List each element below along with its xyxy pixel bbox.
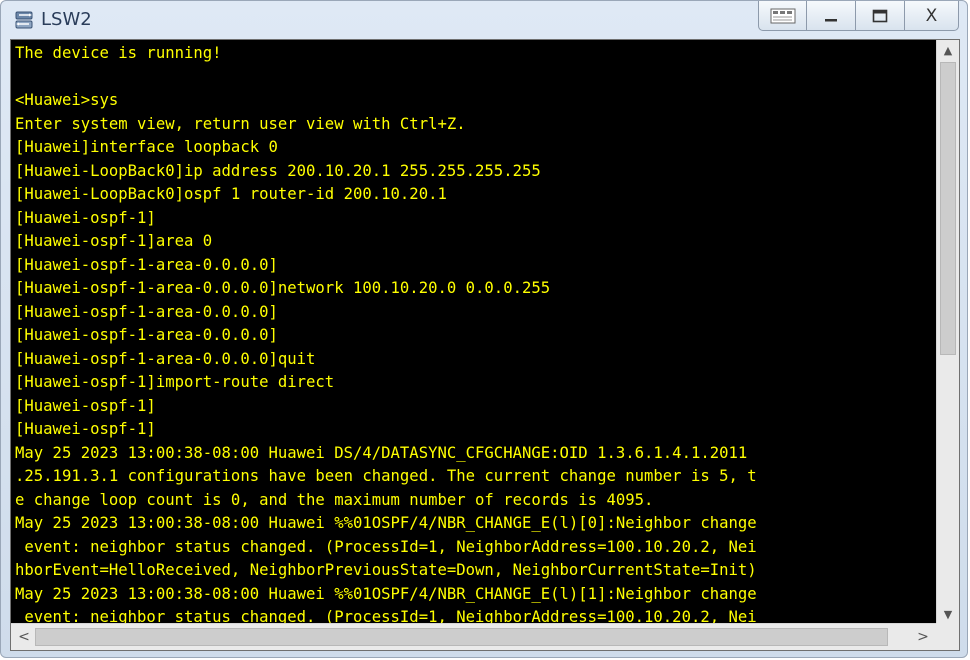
maximize-icon [872,9,888,22]
window-title: LSW2 [41,9,92,30]
terminal-line: [Huawei-ospf-1-area-0.0.0.0]network 100.… [15,279,551,297]
terminal-line: Enter system view, return user view with… [15,114,466,133]
terminal-line: [Huawei-ospf-1]area 0 [15,232,213,250]
terminal-line: The device is running! [15,44,222,62]
terminal-line: [Huawei-ospf-1]import-route direct [15,373,335,391]
terminal-text[interactable]: The device is running! <Huawei>sys Enter… [11,40,936,624]
terminal-line: e change loop count is 0, and the maximu… [15,490,654,509]
terminal-line: [Huawei-ospf-1-area-0.0.0.0] [15,326,278,344]
scroll-right-arrow-icon[interactable]: > [912,624,934,650]
terminal-line: [Huawei-LoopBack0]ospf 1 router-id 200.1… [15,185,447,203]
close-button[interactable]: X [905,1,959,31]
terminal-line: [Huawei-ospf-1-area-0.0.0.0] [15,255,278,274]
vertical-scrollbar[interactable]: ▲ ▼ [936,40,959,624]
terminal-line: [Huawei-LoopBack0]ip address 200.10.20.1… [15,161,541,180]
scroll-down-arrow-icon[interactable]: ▼ [937,604,959,624]
terminal-window: LSW2 X The device is running! <Huawei>sy… [0,0,968,658]
terminal-line: [Huawei-ospf-1-area-0.0.0.0] [15,302,278,321]
terminal-line: [Huawei-ospf-1] [15,208,156,227]
window-controls: X [758,1,959,33]
terminal-line: May 25 2023 13:00:38-08:00 Huawei %%01OS… [15,584,757,603]
panel-toggle-button[interactable] [758,1,807,31]
terminal-line: event: neighbor status changed. (Process… [15,537,757,556]
terminal-line: [Huawei-ospf-1] [15,420,156,438]
terminal-client-area: The device is running! <Huawei>sys Enter… [10,39,960,651]
vertical-scroll-thumb[interactable] [940,62,956,355]
scroll-up-arrow-icon[interactable]: ▲ [937,40,959,60]
panel-icon [770,8,795,23]
horizontal-scrollbar[interactable]: < > [11,623,936,650]
terminal-output[interactable]: The device is running! <Huawei>sys Enter… [11,40,936,624]
terminal-line: hborEvent=HelloReceived, NeighborPreviou… [15,561,757,579]
terminal-line: May 25 2023 13:00:38-08:00 Huawei DS/4/D… [15,443,748,462]
horizontal-scroll-thumb[interactable] [35,628,888,646]
terminal-line: May 25 2023 13:00:38-08:00 Huawei %%01OS… [15,514,757,532]
terminal-line: event: neighbor status changed. (Process… [15,608,757,624]
terminal-line: <Huawei>sys [15,91,119,109]
maximize-button[interactable] [856,1,905,31]
close-icon: X [925,5,938,26]
terminal-line: [Huawei-ospf-1] [15,396,156,415]
minimize-button[interactable] [807,1,856,31]
minimize-icon [825,18,837,21]
scrollbar-corner [936,623,959,650]
terminal-line: [Huawei-ospf-1-area-0.0.0.0]quit [15,349,316,368]
title-bar[interactable]: LSW2 X [1,1,967,39]
terminal-line: .25.191.3.1 configurations have been cha… [15,467,757,485]
switch-icon [13,9,35,31]
scroll-left-arrow-icon[interactable]: < [13,624,35,650]
terminal-line: [Huawei]interface loopback 0 [15,138,278,156]
